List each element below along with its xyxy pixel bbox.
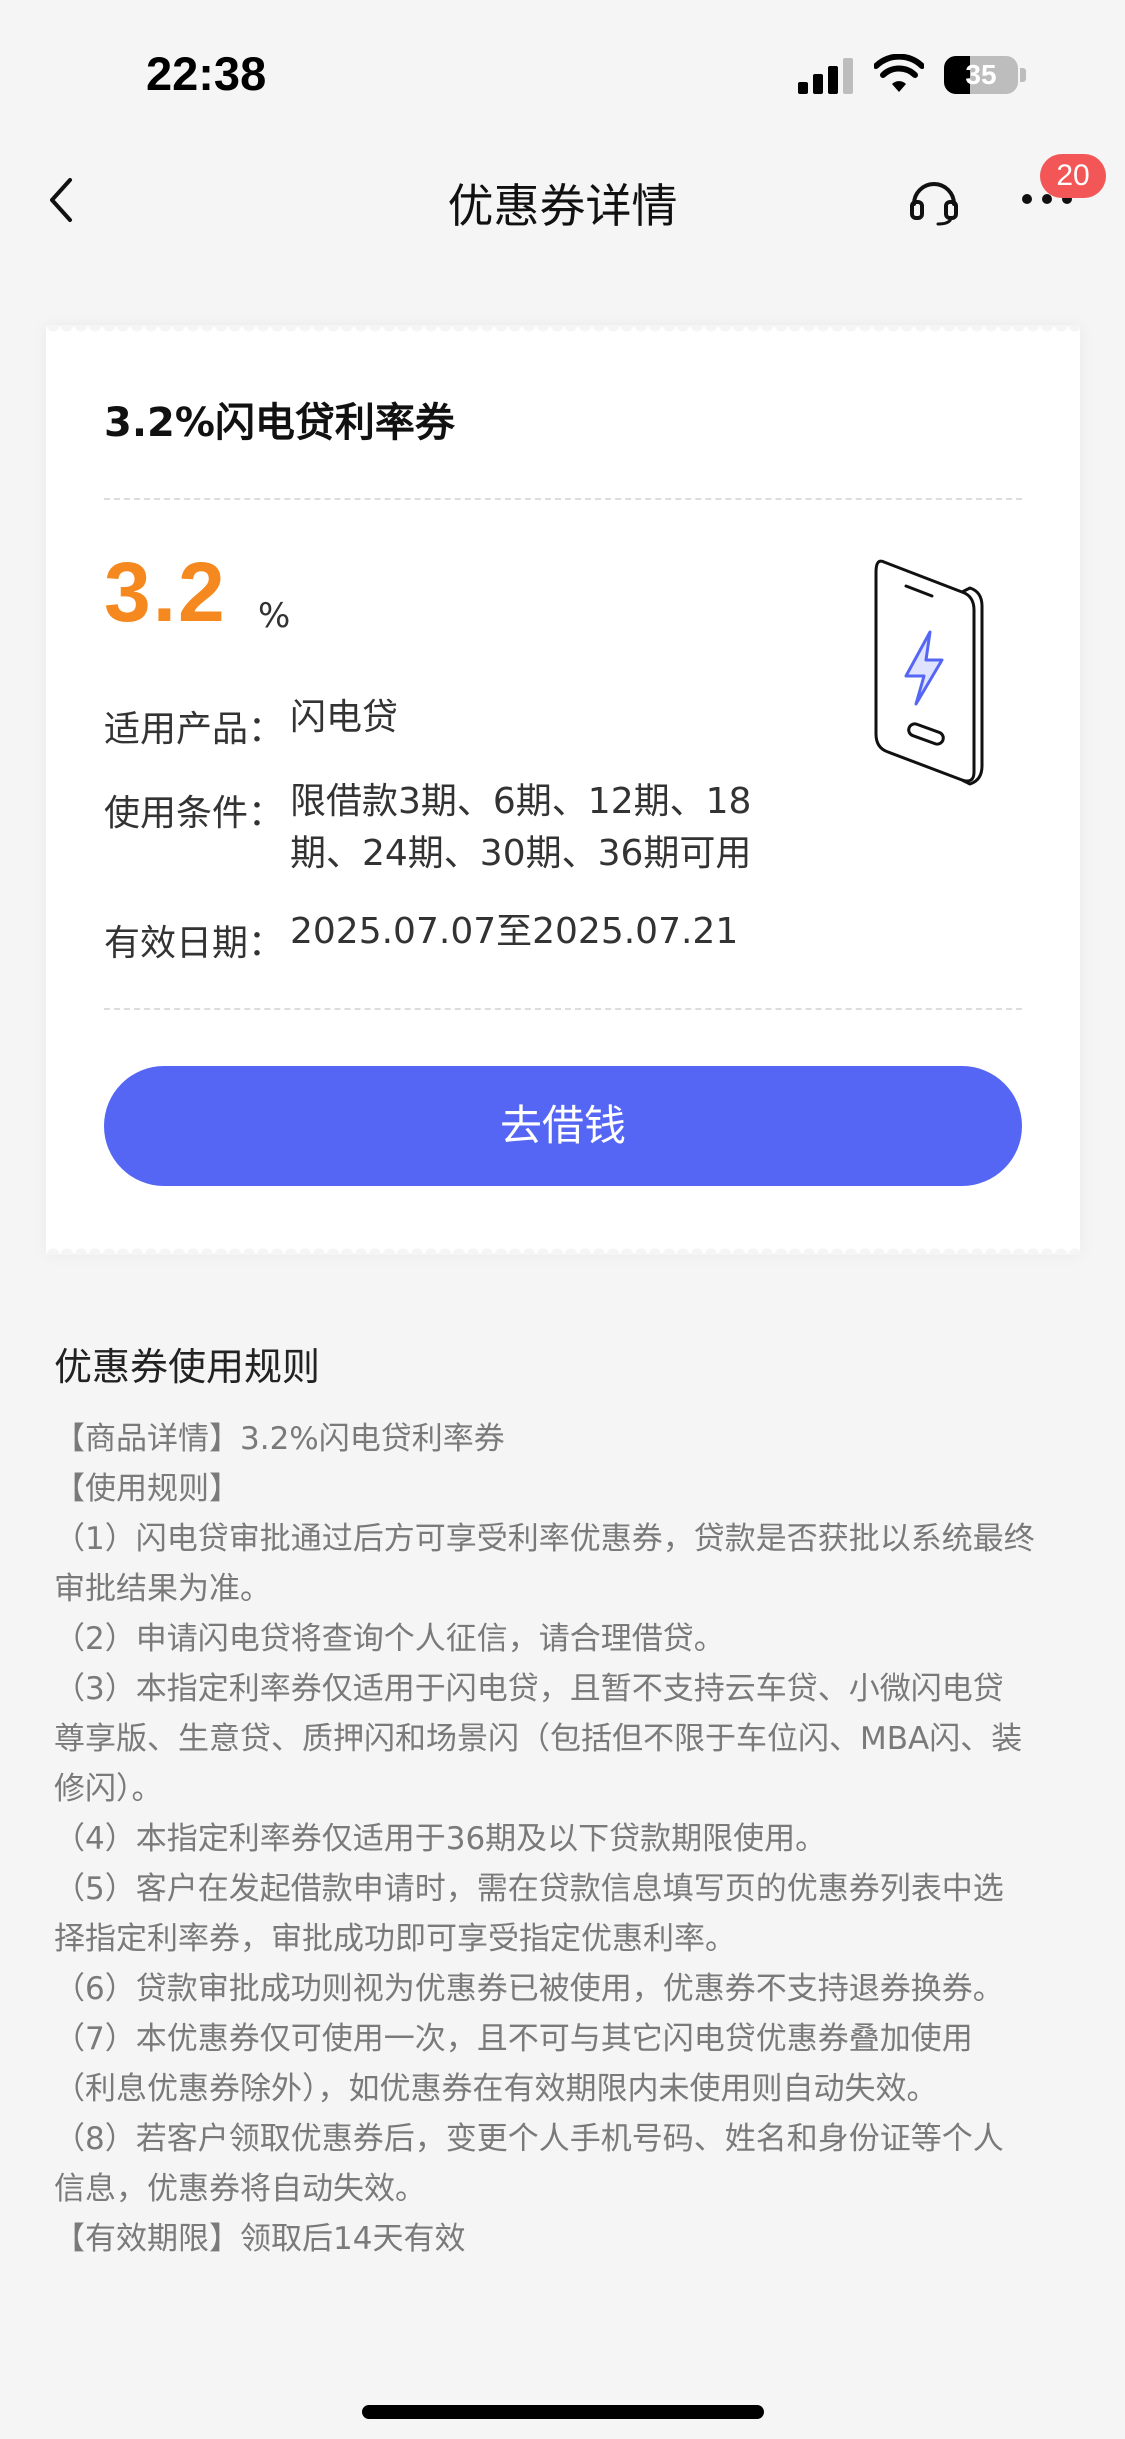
wifi-icon bbox=[874, 54, 924, 92]
rule-line: 审批结果为准。 bbox=[54, 1571, 271, 1607]
rule-line: 修闪）。 bbox=[54, 1771, 163, 1807]
rule-line: （2）申请闪电贷将查询个人征信，请合理借贷。 bbox=[54, 1621, 725, 1657]
rule-line: （3）本指定利率券仅适用于闪电贷，且暂不支持云车贷、小微闪电贷 bbox=[54, 1671, 1004, 1707]
rule-line: （6）贷款审批成功则视为优惠券已被使用，优惠券不支持退券换券。 bbox=[54, 1971, 1004, 2007]
divider bbox=[104, 498, 1022, 500]
rule-line: （8）若客户领取优惠券后，变更个人手机号码、姓名和身份证等个人 bbox=[54, 2121, 1004, 2157]
valid-date-value: 2025.07.07至2025.07.21 bbox=[290, 911, 739, 952]
product-label: 适用产品： bbox=[104, 709, 285, 750]
rate-unit: % bbox=[258, 596, 291, 636]
status-bar: 22:38 35 bbox=[0, 0, 1125, 150]
nav-bar: 优惠券详情 20 bbox=[0, 150, 1125, 250]
borrow-button[interactable]: 去借钱 bbox=[104, 1066, 1022, 1186]
rate-value: 3.2 bbox=[104, 545, 227, 639]
rule-line: 【商品详情】3.2%闪电贷利率券 bbox=[54, 1421, 505, 1457]
rule-line: 【使用规则】 bbox=[54, 1471, 240, 1507]
condition-label: 使用条件： bbox=[104, 793, 285, 834]
coupon-name: 3.2%闪电贷利率券 bbox=[104, 400, 455, 446]
status-time: 22:38 bbox=[146, 47, 267, 100]
rules-title: 优惠券使用规则 bbox=[54, 1345, 321, 1389]
rule-line: 择指定利率券，审批成功即可享受指定优惠利率。 bbox=[54, 1921, 736, 1957]
headset-icon[interactable] bbox=[906, 172, 962, 228]
phone-lightning-illustration bbox=[874, 559, 984, 786]
divider bbox=[104, 1008, 1022, 1010]
condition-value: 限借款3期、6期、12期、18期、24期、30期、36期可用 bbox=[290, 781, 752, 874]
rules-list: 【商品详情】3.2%闪电贷利率券 【使用规则】 （1）闪电贷审批通过后方可享受利… bbox=[54, 1414, 1074, 2264]
rule-line: （1）闪电贷审批通过后方可享受利率优惠券，贷款是否获批以系统最终 bbox=[54, 1521, 1035, 1557]
coupon-detail-page: 22:38 35 优惠券详情 20 3.2%闪电贷利率券 3.2 % 适用产品：… bbox=[0, 0, 1125, 2439]
rule-line: （5）客户在发起借款申请时，需在贷款信息填写页的优惠券列表中选 bbox=[54, 1871, 1004, 1907]
rule-line: 【有效期限】领取后14天有效 bbox=[54, 2221, 466, 2257]
signal-icon bbox=[798, 58, 854, 94]
valid-date-label: 有效日期： bbox=[104, 923, 285, 964]
notification-badge: 20 bbox=[1040, 154, 1106, 198]
home-indicator[interactable] bbox=[362, 2405, 764, 2419]
product-value: 闪电贷 bbox=[290, 697, 399, 738]
rule-line: （利息优惠券除外），如优惠券在有效期限内未使用则自动失效。 bbox=[54, 2071, 938, 2107]
rule-line: 信息，优惠券将自动失效。 bbox=[54, 2171, 426, 2207]
coupon-card: 3.2%闪电贷利率券 3.2 % 适用产品： 闪电贷 使用条件： 限借款3期、6… bbox=[46, 325, 1080, 1255]
rule-line: （4）本指定利率券仅适用于36期及以下贷款期限使用。 bbox=[54, 1821, 827, 1857]
battery-level: 35 bbox=[965, 59, 997, 90]
rule-line: （7）本优惠券仅可使用一次，且不可与其它闪电贷优惠券叠加使用 bbox=[54, 2021, 973, 2057]
battery-icon: 35 bbox=[944, 56, 1026, 94]
rule-line: 尊享版、生意贷、质押闪和场景闪（包括但不限于车位闪、MBA闪、装 bbox=[54, 1721, 1023, 1757]
